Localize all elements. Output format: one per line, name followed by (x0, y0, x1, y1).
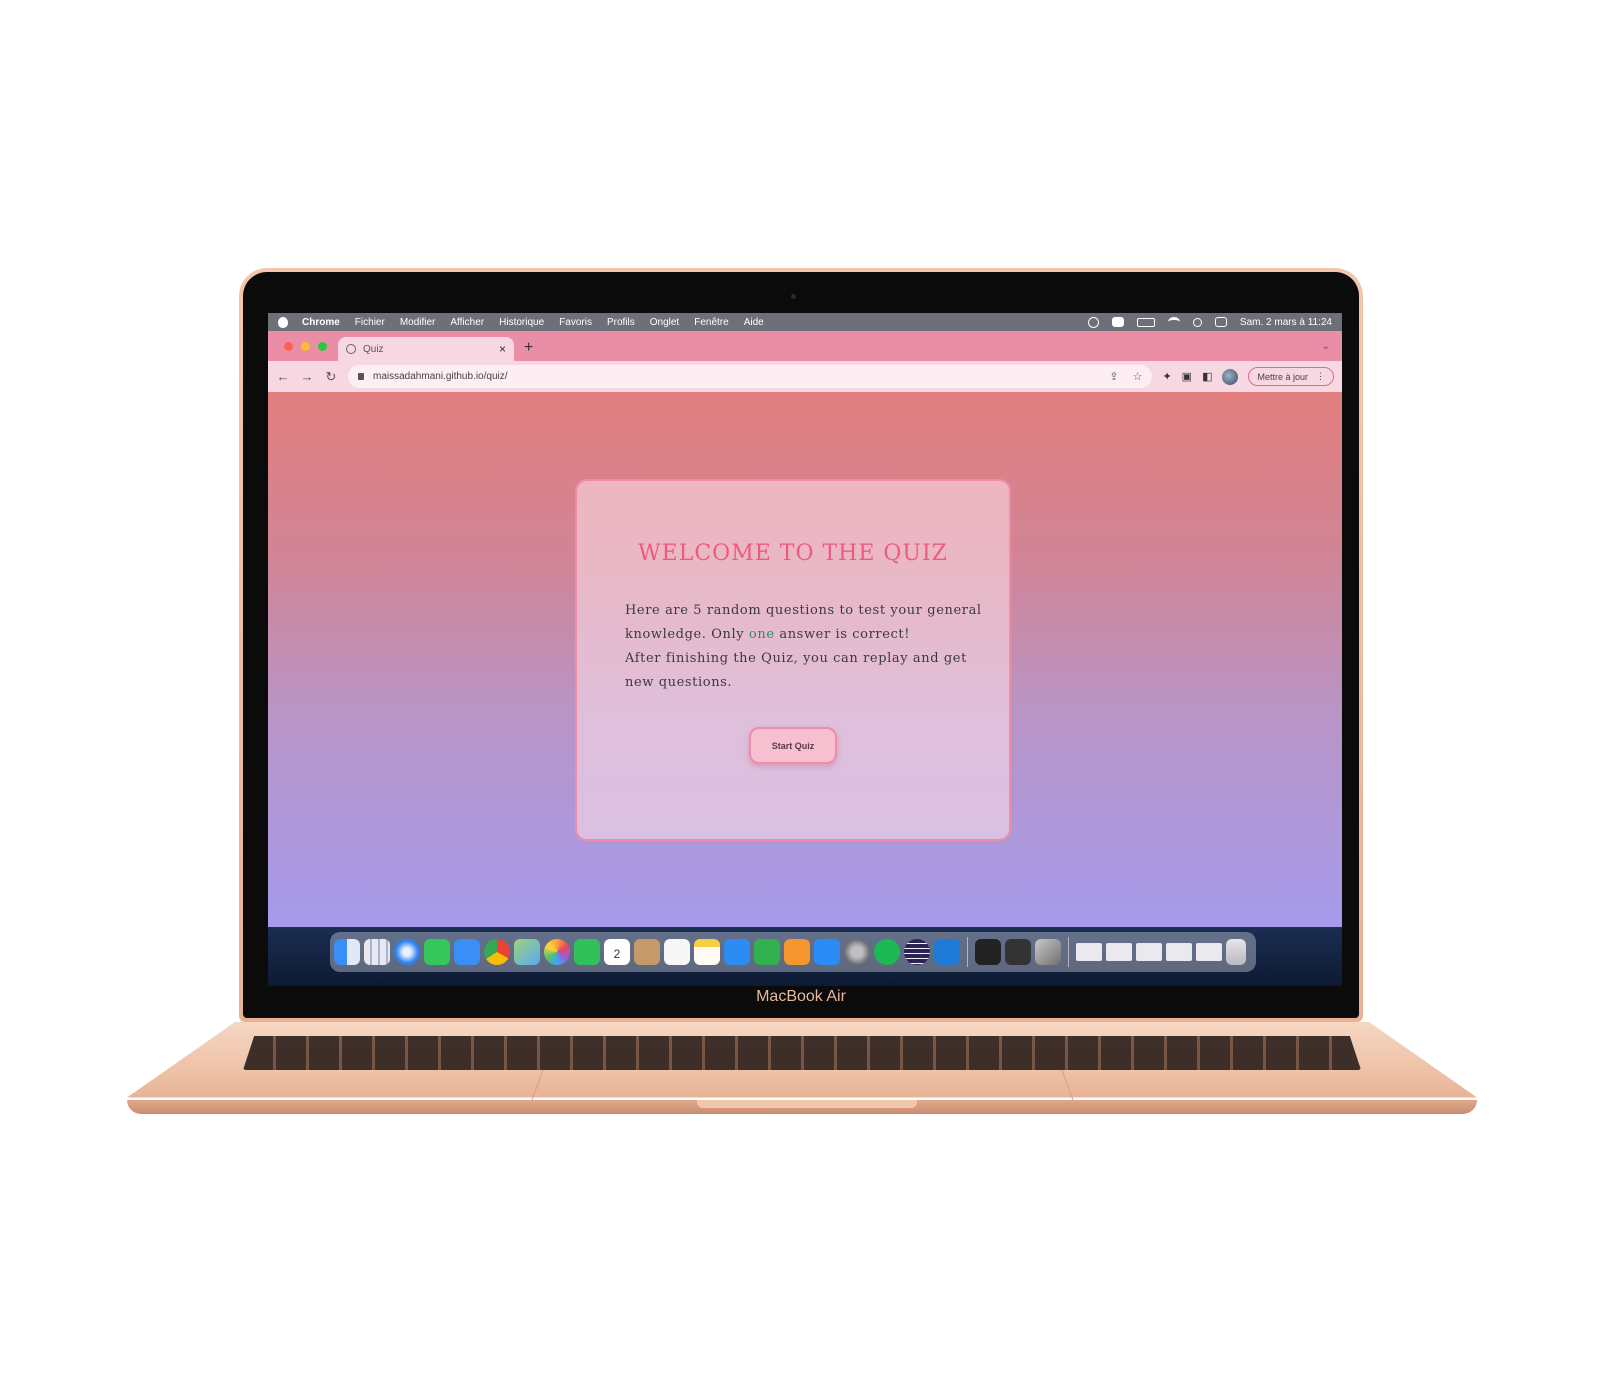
side-panel-icon[interactable]: ◧ (1202, 370, 1212, 383)
minimized-window[interactable] (1076, 943, 1102, 961)
maps-icon[interactable] (514, 939, 540, 965)
finder-icon[interactable] (334, 939, 360, 965)
menu-aide[interactable]: Aide (744, 317, 764, 328)
share-icon[interactable]: ⇪ (1109, 370, 1118, 383)
browser-toolbar: ← → ↻ maissadahmani.github.io/quiz/ ⇪ ☆ … (268, 361, 1342, 392)
battery-icon[interactable] (1136, 317, 1155, 327)
address-bar[interactable]: maissadahmani.github.io/quiz/ ⇪ ☆ (348, 365, 1153, 388)
minimized-window[interactable] (1136, 943, 1162, 961)
wifi-icon[interactable] (1167, 317, 1180, 327)
desktop-strip: 2 (268, 927, 1342, 986)
minimized-window[interactable] (1106, 943, 1132, 961)
window-controls (284, 342, 327, 351)
pages-icon[interactable] (784, 939, 810, 965)
quiz-title: WELCOME TO THE QUIZ (638, 541, 948, 566)
menu-favoris[interactable]: Favoris (559, 317, 592, 328)
extensions-puzzle-icon[interactable]: ✦ (1162, 370, 1171, 383)
menu-afficher[interactable]: Afficher (450, 317, 484, 328)
menubar-status-area: Sam. 2 mars à 11:24 (1087, 316, 1332, 328)
menu-fichier[interactable]: Fichier (355, 317, 385, 328)
omnibox-actions: ⇪ ☆ (1109, 370, 1142, 383)
chrome-icon[interactable] (484, 939, 510, 965)
dock-separator-2 (1068, 937, 1069, 967)
bookmark-star-icon[interactable]: ☆ (1133, 370, 1143, 383)
menu-app-chrome[interactable]: Chrome (302, 317, 340, 328)
menu-profils[interactable]: Profils (607, 317, 635, 328)
system-preferences-icon[interactable] (844, 939, 870, 965)
notes-icon[interactable] (694, 939, 720, 965)
preview-icon[interactable] (1035, 939, 1061, 965)
tab-title: Quiz (363, 343, 384, 355)
globe-icon (346, 344, 356, 354)
macos-menubar: Chrome Fichier Modifier Afficher Histori… (268, 313, 1342, 331)
keynote-icon[interactable] (724, 939, 750, 965)
intro-emphasis: one (748, 627, 775, 642)
spotify-icon[interactable] (874, 939, 900, 965)
mail-icon[interactable] (454, 939, 480, 965)
lid-opening-notch (697, 1100, 917, 1108)
chevron-down-icon[interactable]: ⌄ (1322, 341, 1330, 352)
forward-arrow-icon[interactable]: → (300, 369, 314, 384)
lock-icon[interactable] (358, 373, 364, 380)
media-control-icon[interactable] (1087, 316, 1099, 328)
menu-modifier[interactable]: Modifier (400, 317, 436, 328)
intro-text-3: After finishing the Quiz, you can replay… (625, 651, 967, 690)
input-source-icon[interactable] (1111, 317, 1124, 327)
browser-tab-strip: Quiz × + ⌄ (268, 331, 1342, 361)
quiz-intro: Here are 5 random questions to test your… (625, 599, 985, 695)
device-label: MacBook Air (756, 988, 846, 1005)
welcome-card: WELCOME TO THE QUIZ Here are 5 random qu… (575, 479, 1011, 841)
apple-icon[interactable] (278, 316, 288, 328)
reload-icon[interactable]: ↻ (324, 369, 338, 385)
new-tab-button[interactable]: + (524, 339, 533, 357)
macos-dock: 2 (330, 932, 1256, 972)
keyboard (243, 1036, 1361, 1070)
url-text[interactable]: maissadahmani.github.io/quiz/ (373, 371, 508, 382)
safari-icon[interactable] (394, 939, 420, 965)
activity-monitor-icon[interactable] (1005, 939, 1031, 965)
fullscreen-window-button[interactable] (318, 342, 327, 351)
screen: Chrome Fichier Modifier Afficher Histori… (268, 313, 1342, 986)
laptop-base (127, 1022, 1477, 1114)
minimized-window[interactable] (1196, 943, 1222, 961)
menubar-clock[interactable]: Sam. 2 mars à 11:24 (1240, 317, 1332, 328)
tab-quiz[interactable]: Quiz × (338, 337, 514, 361)
messages-icon[interactable] (424, 939, 450, 965)
more-menu-icon[interactable]: ⋮ (1316, 371, 1325, 382)
back-arrow-icon[interactable]: ← (276, 369, 290, 384)
start-quiz-button[interactable]: Start Quiz (749, 727, 837, 764)
photos-icon[interactable] (544, 939, 570, 965)
contacts-icon[interactable] (634, 939, 660, 965)
update-label: Mettre à jour (1257, 371, 1308, 382)
screen-bezel: Chrome Fichier Modifier Afficher Histori… (243, 272, 1359, 1018)
intro-text-2: answer is correct! (774, 627, 911, 642)
dock-separator (967, 937, 968, 967)
spotlight-search-icon[interactable] (1192, 317, 1202, 327)
control-center-icon[interactable] (1214, 317, 1227, 327)
laptop-lid: Chrome Fichier Modifier Afficher Histori… (239, 268, 1363, 1022)
eclipse-icon[interactable] (904, 939, 930, 965)
quiz-page: WELCOME TO THE QUIZ Here are 5 random qu… (268, 392, 1342, 927)
update-button[interactable]: Mettre à jour ⋮ (1248, 367, 1334, 386)
menu-onglet[interactable]: Onglet (650, 317, 679, 328)
menu-historique[interactable]: Historique (499, 317, 544, 328)
terminal-icon[interactable] (975, 939, 1001, 965)
app-store-icon[interactable] (814, 939, 840, 965)
reminders-icon[interactable] (664, 939, 690, 965)
calendar-icon[interactable]: 2 (604, 939, 630, 965)
numbers-icon[interactable] (754, 939, 780, 965)
tab-close-icon[interactable]: × (499, 342, 506, 356)
minimize-window-button[interactable] (301, 342, 310, 351)
laptop-mockup: Chrome Fichier Modifier Afficher Histori… (0, 0, 1600, 1400)
launchpad-icon[interactable] (364, 939, 390, 965)
facetime-icon[interactable] (574, 939, 600, 965)
reading-list-icon[interactable]: ▣ (1182, 370, 1192, 383)
vscode-icon[interactable] (934, 939, 960, 965)
minimized-window[interactable] (1166, 943, 1192, 961)
trash-icon[interactable] (1226, 939, 1246, 965)
close-window-button[interactable] (284, 342, 293, 351)
camera-icon (791, 294, 796, 299)
menu-fenetre[interactable]: Fenêtre (694, 317, 728, 328)
profile-avatar[interactable] (1222, 368, 1239, 385)
